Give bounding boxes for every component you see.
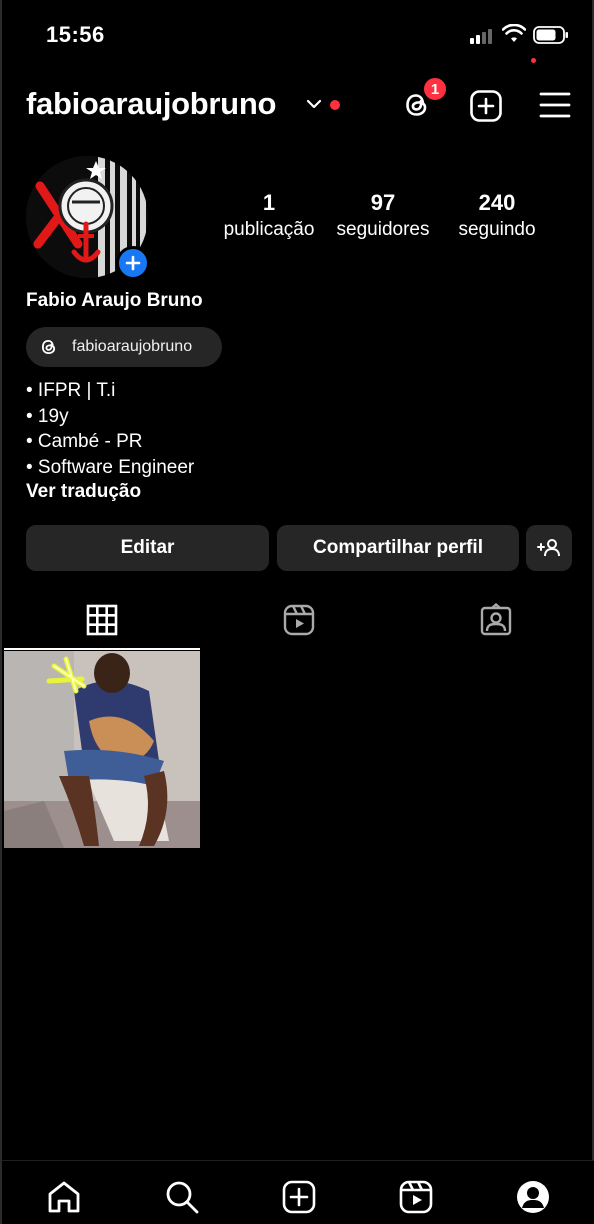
chevron-down-icon[interactable] (306, 98, 322, 110)
battery-icon (533, 26, 568, 44)
bio-line: • 19y (26, 405, 69, 427)
active-tab-indicator (4, 648, 200, 650)
cellular-signal-icon (470, 28, 496, 44)
bio-line: • Cambé - PR (26, 431, 143, 452)
profile-bio: • IFPR | T.i • 19y • Cambé - PR • Softwa… (26, 378, 194, 480)
status-bar: 15:56 (2, 0, 594, 70)
see-translation-link[interactable]: Ver tradução (26, 481, 141, 503)
grid-icon[interactable] (85, 603, 119, 637)
profile-activity-dot (531, 58, 536, 63)
posts-count[interactable]: 1 publicação (214, 188, 324, 242)
reels-icon[interactable] (398, 1179, 434, 1215)
share-profile-button[interactable]: Compartilhar perfil (277, 525, 519, 571)
following-count-value: 240 (478, 190, 516, 215)
home-icon[interactable] (46, 1179, 82, 1215)
create-post-icon[interactable] (469, 89, 503, 123)
add-story-button[interactable] (116, 246, 150, 280)
plus-icon (125, 255, 141, 271)
post-thumbnail[interactable] (4, 651, 200, 848)
bio-line: • IFPR | T.i (26, 380, 116, 401)
profile-icon[interactable] (515, 1179, 551, 1215)
profile-full-name: Fabio Araujo Bruno (26, 290, 203, 311)
profile-header: fabioaraujobruno 1 (2, 76, 594, 130)
posts-count-label: publicação (223, 219, 315, 240)
following-count[interactable]: 240 seguindo (442, 188, 552, 242)
threads-profile-link[interactable]: fabioaraujobruno (26, 327, 222, 367)
reels-icon[interactable] (282, 603, 316, 637)
followers-count-value: 97 (370, 190, 396, 215)
create-icon[interactable] (281, 1179, 317, 1215)
following-count-label: seguindo (458, 219, 536, 240)
edit-profile-button[interactable]: Editar (26, 525, 269, 571)
posts-count-value: 1 (262, 190, 276, 215)
bio-line: • Software Engineer (26, 456, 195, 478)
tagged-icon[interactable] (479, 603, 513, 637)
hamburger-menu-icon[interactable] (539, 91, 571, 119)
account-username[interactable]: fabioaraujobruno (26, 86, 276, 122)
notification-badge: 1 (422, 76, 448, 102)
followers-count[interactable]: 97 seguidores (328, 188, 438, 242)
search-icon[interactable] (164, 1179, 200, 1215)
app-screen: 15:56 fabioaraujobruno 1 1 publicação 97… (0, 0, 594, 1224)
add-person-icon (537, 539, 560, 557)
bottom-navigation (2, 1160, 594, 1224)
discover-people-button[interactable] (526, 525, 572, 571)
followers-count-label: seguidores (336, 219, 430, 240)
status-time: 15:56 (46, 22, 105, 47)
threads-icon (41, 339, 56, 355)
post-photo (4, 651, 200, 848)
threads-handle: fabioaraujobruno (72, 338, 193, 355)
wifi-icon (502, 24, 526, 42)
unread-dot (330, 100, 340, 110)
